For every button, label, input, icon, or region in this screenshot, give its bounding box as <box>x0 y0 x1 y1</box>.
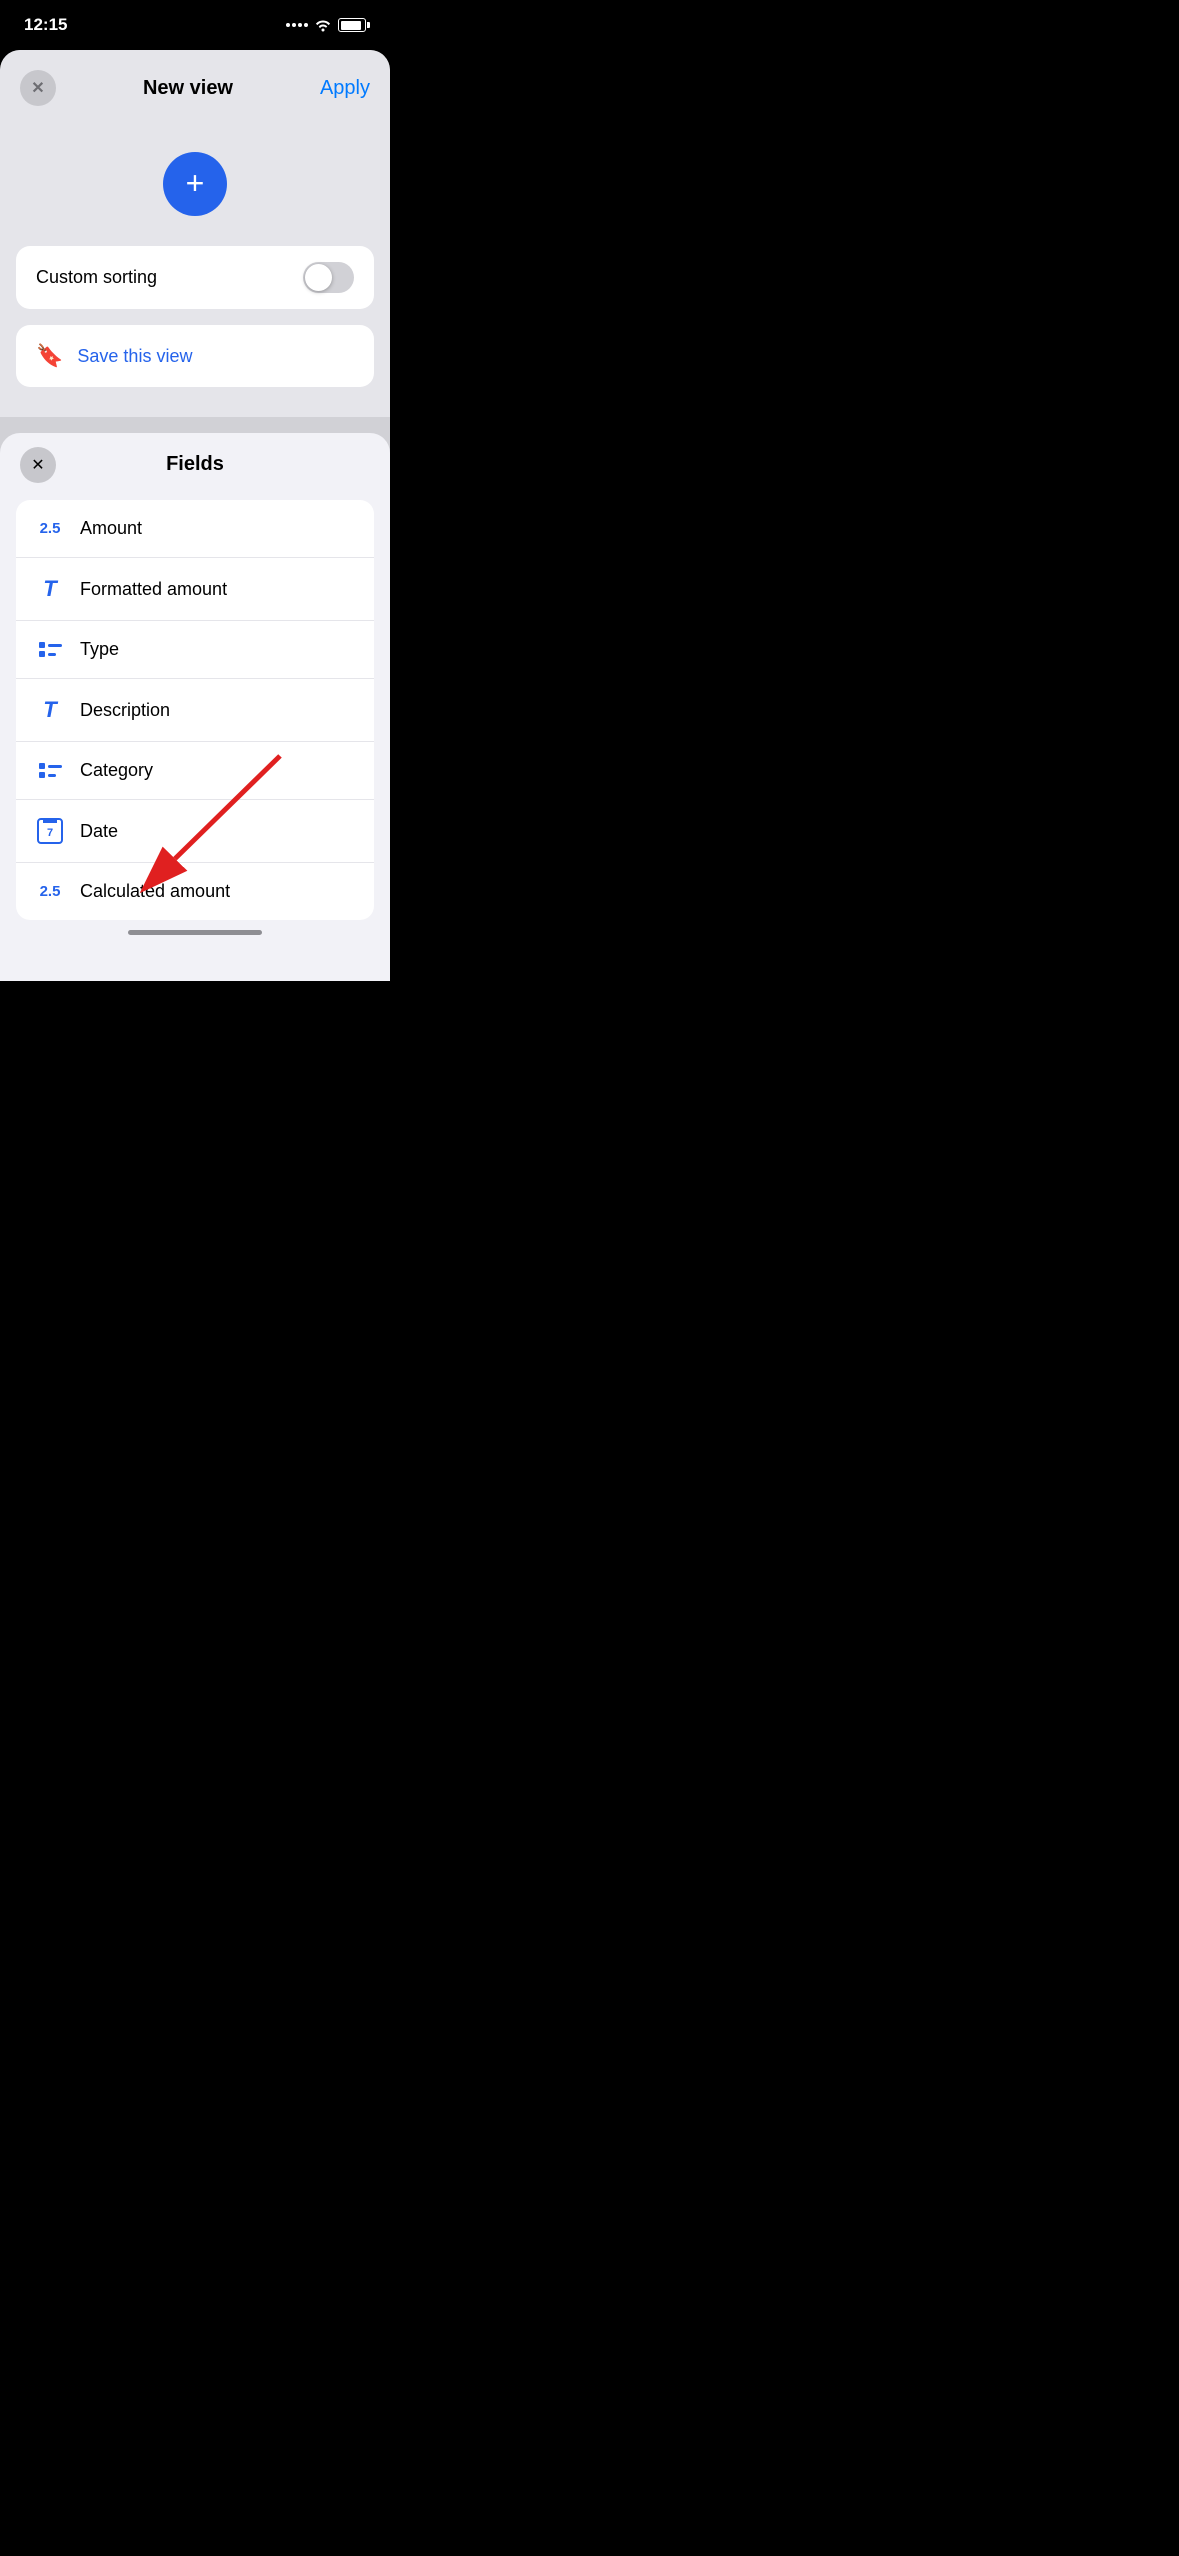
fields-panel: ✕ Fields 2.5 Amount T Formatted a <box>0 433 390 981</box>
fields-panel-wrapper: ✕ Fields 2.5 Amount T Formatted a <box>0 433 390 981</box>
field-label-description: Description <box>80 700 170 721</box>
status-icons <box>286 18 366 32</box>
field-item-calculated-amount[interactable]: 2.5 Calculated amount <box>16 863 374 920</box>
toggle-thumb <box>305 264 332 291</box>
field-item-amount[interactable]: 2.5 Amount <box>16 500 374 558</box>
field-label-amount: Amount <box>80 518 142 539</box>
app-container: ✕ New view Apply + Custom sorting 🔖 Save… <box>0 50 390 981</box>
field-item-type[interactable]: Type <box>16 621 374 679</box>
field-icon-calculated-amount: 2.5 <box>36 883 64 900</box>
close-x-icon: ✕ <box>31 78 44 98</box>
plus-area: + <box>0 122 390 246</box>
field-item-category[interactable]: Category <box>16 742 374 800</box>
field-icon-formatted-amount: T <box>36 576 64 602</box>
field-icon-category <box>36 763 64 778</box>
save-view-card[interactable]: 🔖 Save this view <box>16 325 374 387</box>
status-time: 12:15 <box>24 15 67 35</box>
wifi-icon <box>314 18 332 32</box>
new-view-close-button[interactable]: ✕ <box>20 70 56 106</box>
field-label-type: Type <box>80 639 119 660</box>
field-icon-amount: 2.5 <box>36 520 64 537</box>
save-view-label: Save this view <box>77 346 192 367</box>
field-icon-type <box>36 642 64 657</box>
status-bar: 12:15 <box>0 0 390 50</box>
new-view-title: New view <box>143 77 233 100</box>
home-bar <box>128 930 262 935</box>
field-item-formatted-amount[interactable]: T Formatted amount <box>16 558 374 621</box>
new-view-header: ✕ New view Apply <box>0 50 390 122</box>
fields-close-x-icon: ✕ <box>31 455 44 475</box>
plus-icon: + <box>186 167 205 199</box>
new-view-panel: ✕ New view Apply + Custom sorting 🔖 Save… <box>0 50 390 417</box>
home-indicator <box>0 920 390 941</box>
bookmark-icon: 🔖 <box>36 343 63 369</box>
field-icon-date: 7 <box>36 818 64 844</box>
field-label-category: Category <box>80 760 153 781</box>
custom-sorting-toggle[interactable] <box>303 262 354 293</box>
fields-close-button[interactable]: ✕ <box>20 447 56 483</box>
apply-button[interactable]: Apply <box>320 77 370 100</box>
field-item-date[interactable]: 7 Date <box>16 800 374 863</box>
custom-sorting-label: Custom sorting <box>36 267 157 288</box>
signal-icon <box>286 23 308 27</box>
field-label-date: Date <box>80 821 118 842</box>
field-icon-description: T <box>36 697 64 723</box>
fields-list: 2.5 Amount T Formatted amount <box>16 500 374 920</box>
fields-title: Fields <box>166 453 224 476</box>
battery-icon <box>338 18 366 32</box>
custom-sorting-card: Custom sorting <box>16 246 374 309</box>
field-label-formatted-amount: Formatted amount <box>80 579 227 600</box>
add-field-button[interactable]: + <box>163 152 227 216</box>
field-item-description[interactable]: T Description <box>16 679 374 742</box>
fields-header: ✕ Fields <box>0 433 390 492</box>
field-label-calculated-amount: Calculated amount <box>80 881 230 902</box>
